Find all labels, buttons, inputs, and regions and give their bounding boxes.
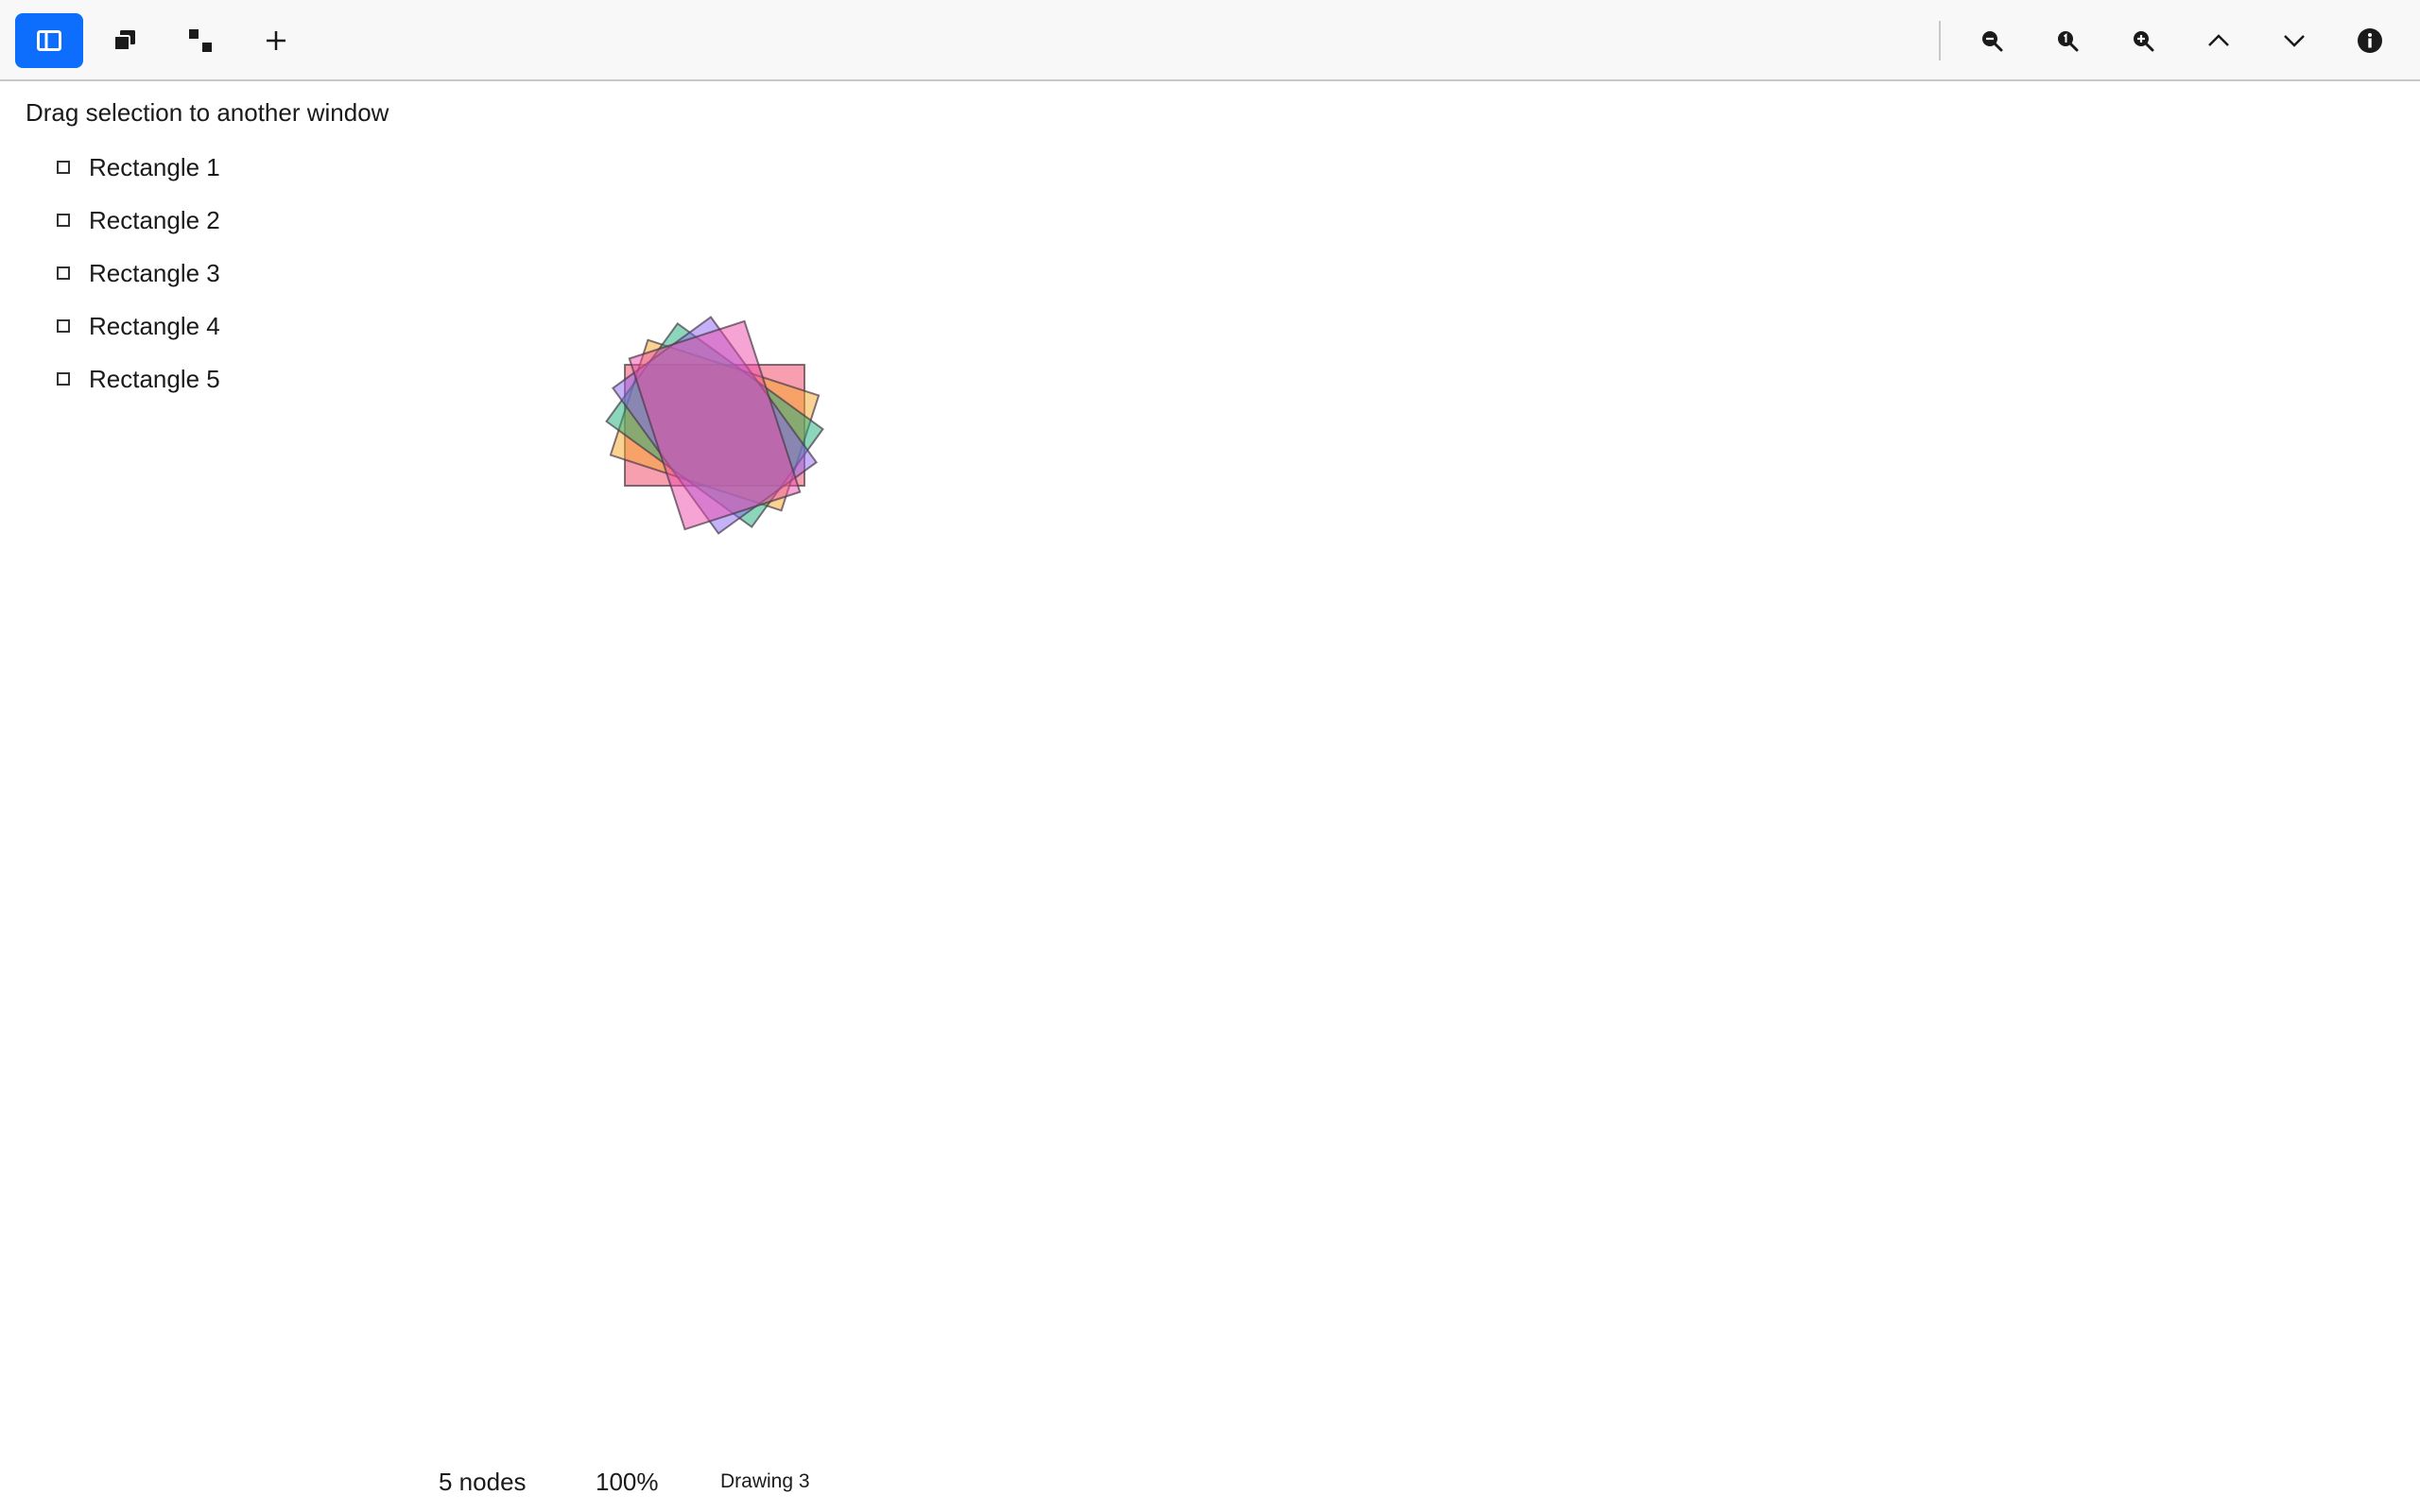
plus-icon (267, 31, 285, 50)
zoom-out-button[interactable] (1958, 13, 2026, 68)
move-down-button[interactable] (2260, 13, 2328, 68)
zoom-in-button[interactable] (2109, 13, 2177, 68)
info-icon (2358, 28, 2382, 53)
drawing-canvas[interactable] (0, 83, 2420, 1463)
zoom-reset-icon (2058, 31, 2079, 52)
toolbar-separator (1939, 21, 1941, 60)
shape-group (605, 316, 824, 535)
zoom-reset-button[interactable] (2033, 13, 2101, 68)
layers-button[interactable] (91, 13, 159, 68)
info-button[interactable] (2336, 13, 2404, 68)
add-button[interactable] (242, 13, 310, 68)
node-count: 5 nodes (439, 1468, 527, 1496)
document-name: Drawing 3 (720, 1470, 810, 1492)
sidebar-toggle-button[interactable] (15, 13, 83, 68)
sidebar-icon (37, 30, 61, 51)
toolbar (0, 0, 2420, 81)
zoom-out-icon (1982, 31, 2003, 52)
stack-icon (113, 30, 135, 51)
move-up-button[interactable] (2185, 13, 2253, 68)
chevron-down-icon (2284, 35, 2305, 47)
zoom-level: 100% (596, 1468, 659, 1496)
rectangle-shape-5[interactable] (628, 319, 802, 531)
diagonal-squares-icon (189, 29, 212, 52)
arrange-button[interactable] (166, 13, 234, 68)
zoom-in-icon (2134, 31, 2154, 52)
chevron-up-icon (2208, 34, 2229, 46)
